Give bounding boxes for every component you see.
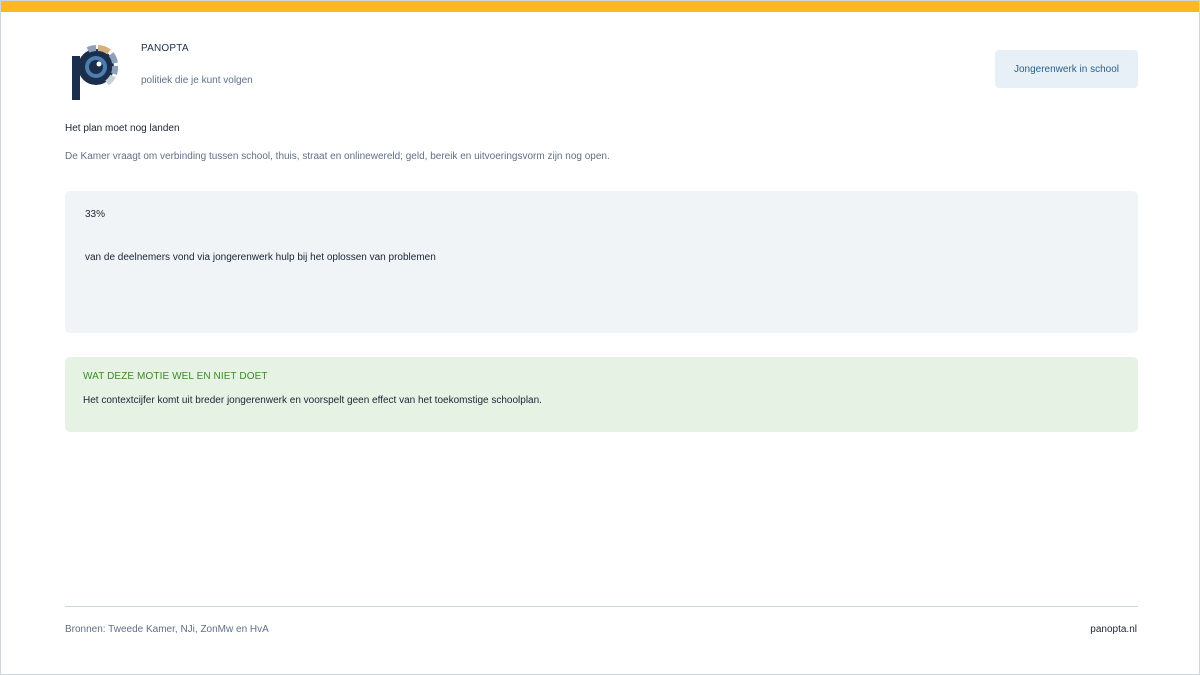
panopta-logo-icon[interactable] — [69, 42, 123, 100]
footer-divider — [65, 606, 1138, 607]
topic-badge[interactable]: Jongerenwerk in school — [995, 50, 1138, 88]
stat-description: van de deelnemers vond via jongerenwerk … — [85, 252, 436, 263]
stat-card: 33% van de deelnemers vond via jongerenw… — [65, 191, 1138, 333]
section-subtext: De Kamer vraagt om verbinding tussen sch… — [65, 151, 610, 162]
page-frame: PANOPTA politiek die je kunt volgen Jong… — [0, 0, 1200, 675]
motion-note-card: WAT DEZE MOTIE WEL EN NIET DOET Het cont… — [65, 357, 1138, 432]
footer-sources: Bronnen: Tweede Kamer, NJi, ZonMw en HvA — [65, 624, 269, 635]
section-heading: Het plan moet nog landen — [65, 123, 180, 134]
note-text: Het contextcijfer komt uit breder jonger… — [83, 395, 542, 406]
brand-tagline: politiek die je kunt volgen — [141, 75, 253, 86]
stat-value: 33% — [85, 209, 106, 220]
brand-name: PANOPTA — [141, 43, 189, 54]
note-title: WAT DEZE MOTIE WEL EN NIET DOET — [83, 371, 268, 382]
site-link[interactable]: panopta.nl — [1090, 624, 1137, 635]
accent-bar — [1, 1, 1199, 12]
